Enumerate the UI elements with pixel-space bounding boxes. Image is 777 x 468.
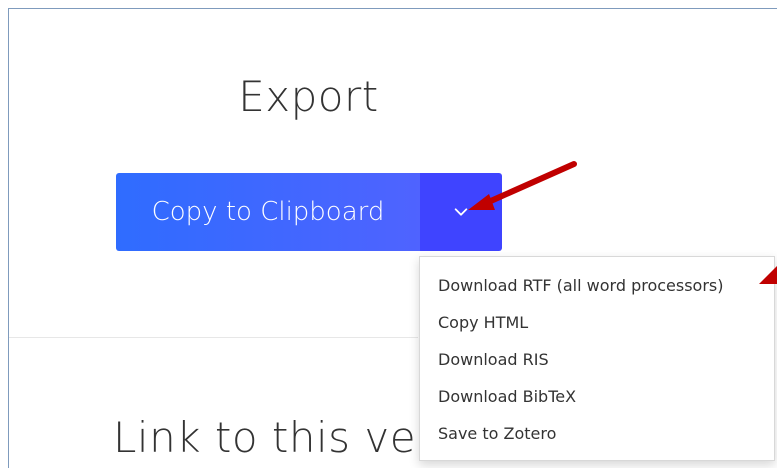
section-divider: [9, 337, 418, 338]
link-to-this-version-heading: Link to this versi: [113, 413, 419, 462]
export-dropdown-menu: Download RTF (all word processors) Copy …: [419, 256, 775, 461]
save-to-zotero-option[interactable]: Save to Zotero: [420, 415, 774, 452]
export-options-toggle[interactable]: [420, 173, 502, 251]
download-bibtex-option[interactable]: Download BibTeX: [420, 378, 774, 415]
download-rtf-option[interactable]: Download RTF (all word processors): [420, 267, 774, 304]
chevron-down-icon: [454, 208, 468, 216]
copy-to-clipboard-button[interactable]: Copy to Clipboard: [116, 173, 420, 251]
copy-html-option[interactable]: Copy HTML: [420, 304, 774, 341]
page-title: Export: [238, 72, 379, 121]
download-ris-option[interactable]: Download RIS: [420, 341, 774, 378]
copy-split-button: Copy to Clipboard: [116, 173, 502, 251]
